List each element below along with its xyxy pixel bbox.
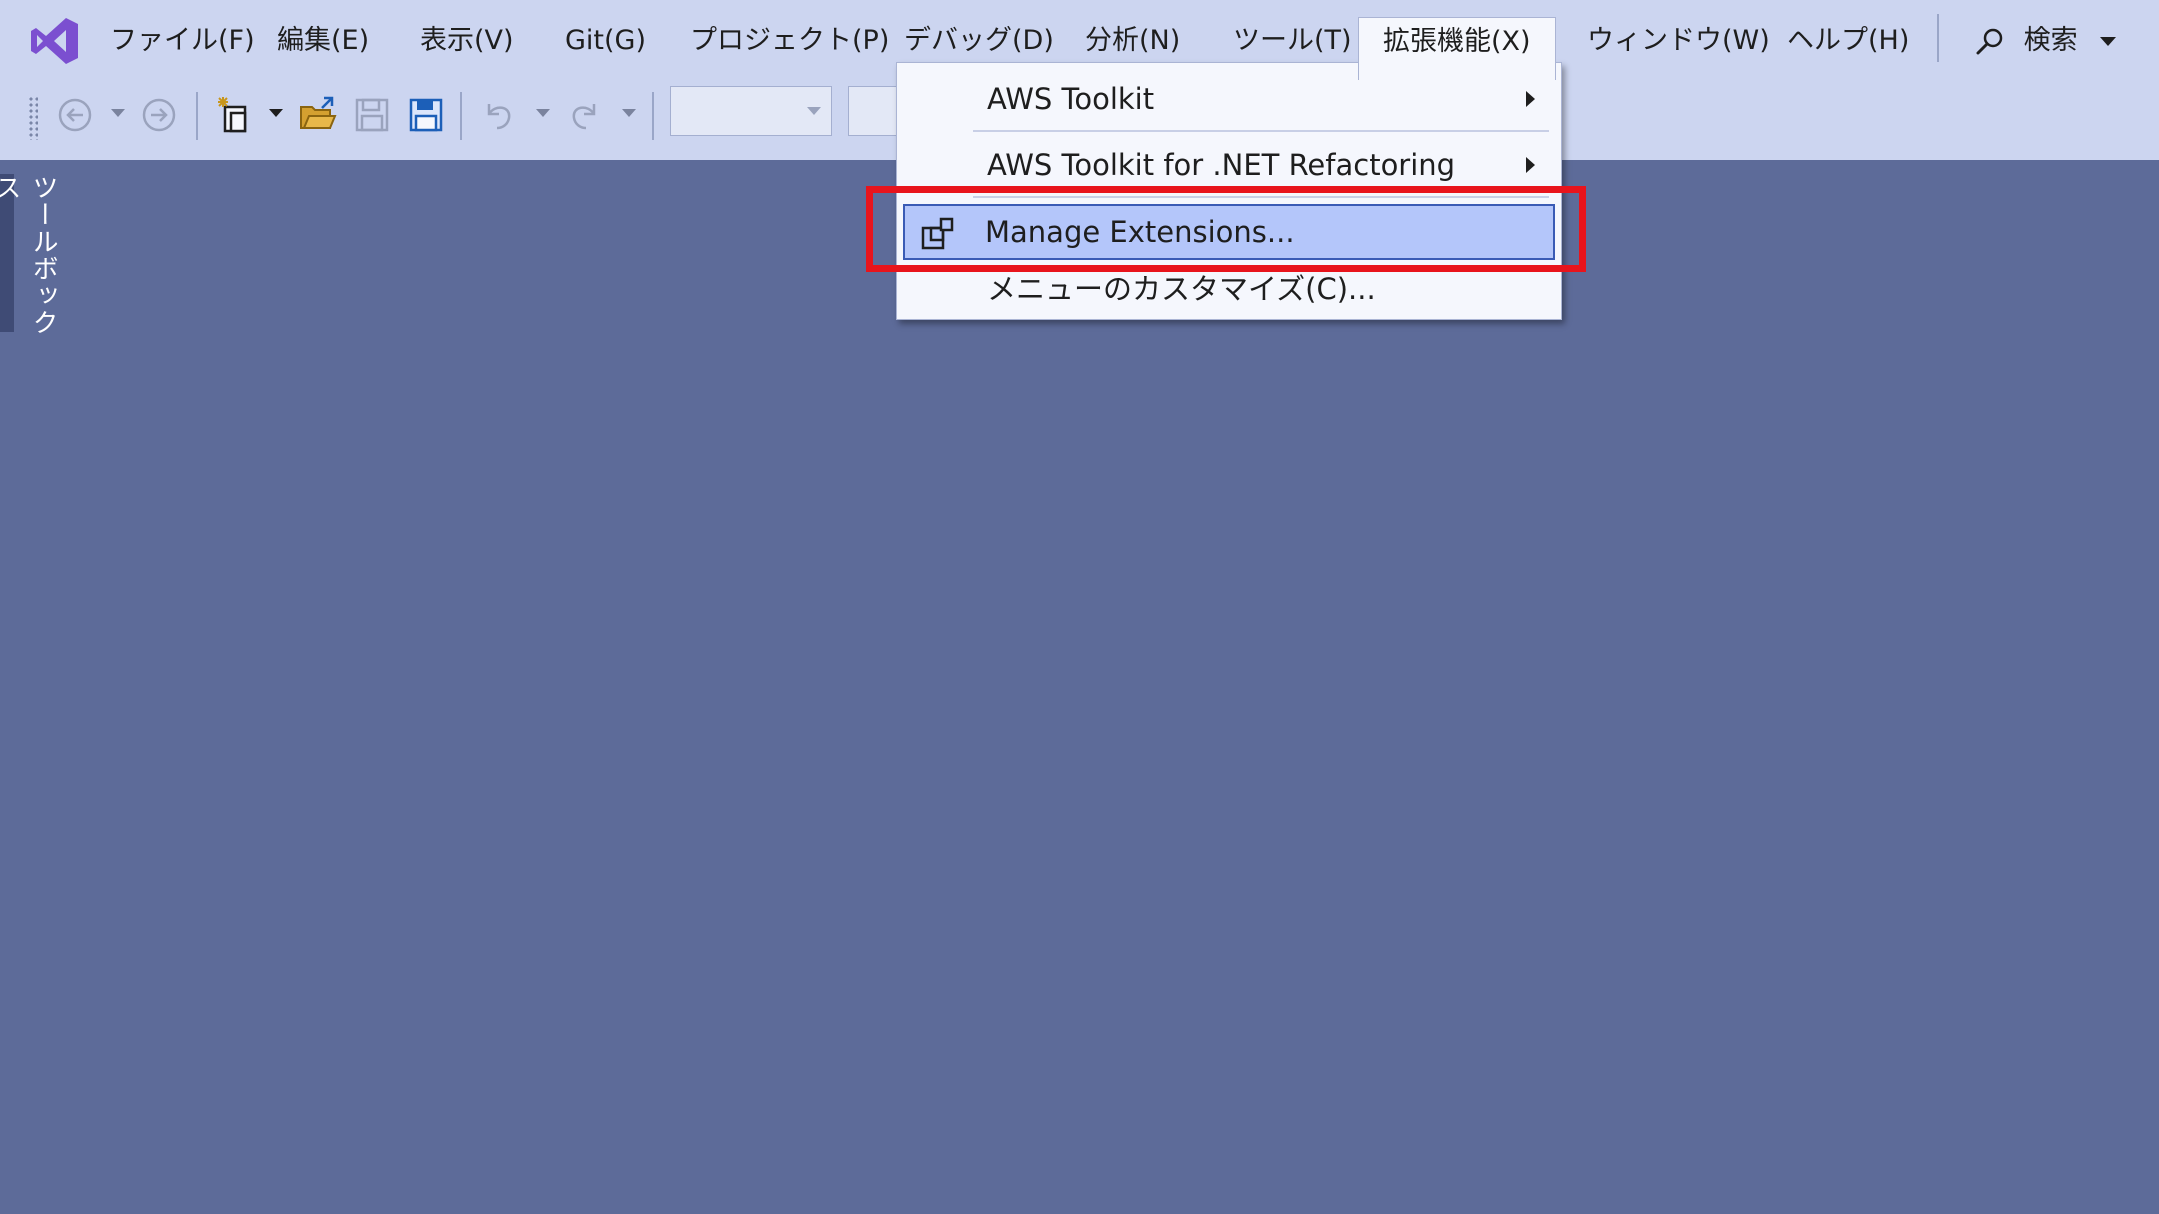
menu-tools[interactable]: ツール(T) [1233, 16, 1352, 66]
menu-git[interactable]: Git(G) [565, 16, 646, 66]
menu-item-aws-toolkit-refactoring[interactable]: AWS Toolkit for .NET Refactoring [899, 137, 1559, 193]
navigate-forward-button[interactable] [136, 92, 182, 138]
menu-edit[interactable]: 編集(E) [277, 16, 369, 66]
redo-dropdown-caret-icon[interactable] [619, 103, 639, 123]
menu-item-label: AWS Toolkit [987, 82, 1155, 116]
save-all-icon [409, 98, 443, 132]
save-disk-icon [355, 98, 389, 132]
menu-project[interactable]: プロジェクト(P) [690, 16, 889, 66]
undo-dropdown-caret-icon[interactable] [533, 103, 553, 123]
toolbar-separator [196, 92, 198, 140]
menu-separator [973, 130, 1549, 132]
menu-view[interactable]: 表示(V) [420, 16, 514, 66]
search-label: 検索 [2023, 25, 2078, 56]
back-dropdown-caret-icon[interactable] [108, 103, 128, 123]
toolbox-tab[interactable]: ツールボックス [0, 174, 62, 344]
navigate-back-button[interactable] [52, 92, 98, 138]
redo-icon [572, 104, 596, 130]
forward-arrow-icon [142, 98, 176, 132]
chevron-down-icon [807, 107, 821, 115]
undo-icon [487, 104, 511, 130]
search-icon [1975, 25, 2024, 56]
menu-help[interactable]: ヘルプ(H) [1787, 16, 1909, 66]
solution-configuration-combo[interactable] [670, 86, 832, 136]
menu-extensions[interactable]: 拡張機能(X) [1358, 17, 1556, 80]
toolbar-separator [652, 92, 654, 140]
save-all-button[interactable] [403, 92, 449, 138]
redo-button[interactable] [562, 92, 608, 138]
open-file-button[interactable] [295, 92, 341, 138]
menu-analyze[interactable]: 分析(N) [1085, 16, 1180, 66]
new-project-icon [218, 97, 247, 133]
menu-item-label: AWS Toolkit for .NET Refactoring [987, 148, 1456, 182]
save-button[interactable] [349, 92, 395, 138]
toolbar-separator [460, 92, 462, 140]
submenu-arrow-icon [1526, 157, 1535, 173]
chevron-down-icon [2100, 37, 2117, 46]
undo-button[interactable] [475, 92, 521, 138]
annotation-highlight-box [866, 186, 1586, 272]
new-project-button[interactable] [212, 92, 258, 138]
toolbar-grip[interactable] [28, 96, 38, 140]
submenu-arrow-icon [1526, 91, 1535, 107]
menubar-divider [1937, 14, 1939, 62]
menu-window[interactable]: ウィンドウ(W) [1587, 16, 1770, 66]
menu-debug[interactable]: デバッグ(D) [904, 16, 1054, 66]
open-folder-icon [300, 96, 337, 129]
back-arrow-icon [58, 98, 92, 132]
new-project-dropdown-caret-icon[interactable] [266, 103, 286, 123]
search-button[interactable]: 検索 [1975, 16, 2117, 66]
menu-file[interactable]: ファイル(F) [110, 16, 255, 66]
visual-studio-logo-icon [28, 14, 82, 68]
